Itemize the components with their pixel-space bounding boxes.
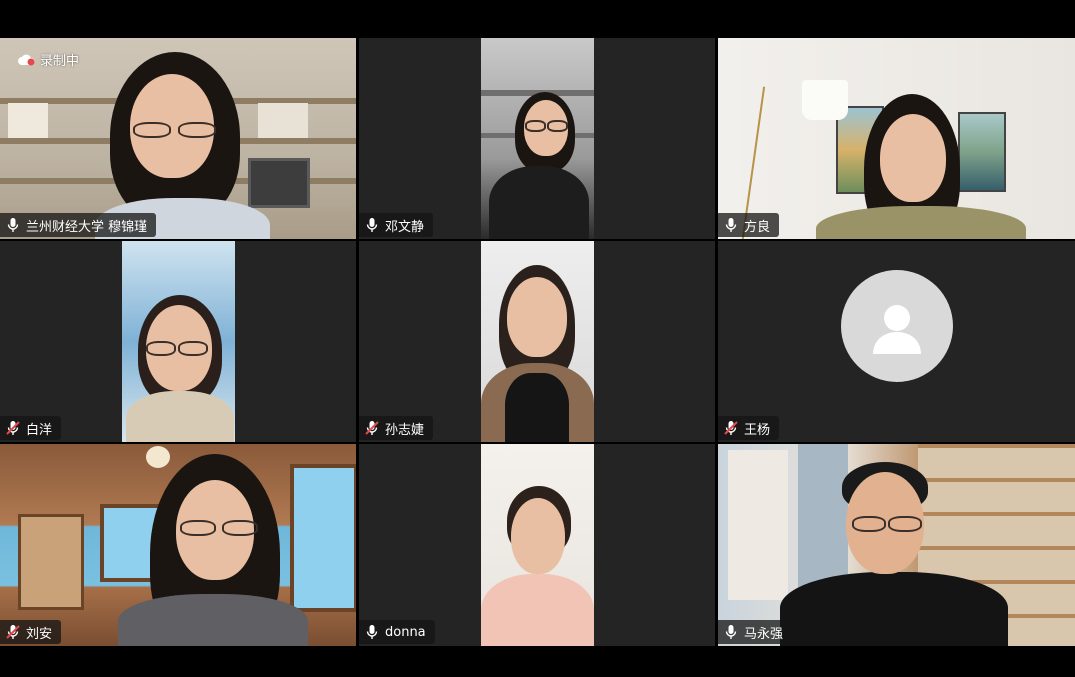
participant-name: 邓文静 — [385, 219, 425, 235]
participant-video — [481, 444, 594, 646]
participant-name: 方良 — [744, 219, 771, 235]
participant-name: 白洋 — [26, 422, 53, 438]
cloud-record-icon — [18, 54, 35, 65]
participant-name: donna — [385, 624, 426, 640]
participant-video — [0, 444, 356, 646]
mic-icon — [366, 218, 378, 232]
participant-tile[interactable]: 刘安 — [0, 444, 356, 646]
participant-name-tag: donna — [359, 620, 435, 644]
participant-name-tag: 白洋 — [0, 416, 62, 440]
participant-video — [718, 444, 1075, 646]
mic-muted-icon — [6, 625, 20, 639]
mic-muted-icon — [6, 421, 20, 435]
participant-video — [481, 241, 594, 442]
participant-name-tag: 马永强 — [718, 620, 793, 644]
participant-video — [718, 38, 1075, 239]
video-grid: 录制中 兰州财经大学 穆锦瑾 邓文静 方良 白洋 孙志婕 王杨 刘安 donna… — [0, 38, 1075, 646]
participant-name: 马永强 — [744, 626, 784, 642]
participant-tile[interactable]: 录制中 兰州财经大学 穆锦瑾 — [0, 38, 356, 239]
participant-name: 孙志婕 — [385, 422, 425, 438]
mic-icon — [366, 625, 378, 639]
participant-video — [122, 241, 235, 442]
mic-muted-icon — [365, 421, 379, 435]
mic-icon — [725, 218, 737, 232]
recording-indicator: 录制中 — [18, 50, 79, 69]
participant-name-tag: 方良 — [718, 213, 780, 237]
mic-muted-icon — [724, 421, 738, 435]
participant-tile[interactable]: 王杨 — [718, 241, 1075, 442]
participant-name: 刘安 — [26, 626, 53, 642]
participant-avatar — [840, 269, 953, 382]
participant-name-tag: 孙志婕 — [359, 416, 434, 440]
participant-tile[interactable]: 马永强 — [718, 444, 1075, 646]
participant-tile[interactable]: donna — [359, 444, 715, 646]
participant-name-tag: 兰州财经大学 穆锦瑾 — [0, 213, 157, 237]
participant-tile[interactable]: 白洋 — [0, 241, 356, 442]
mic-icon — [725, 625, 737, 639]
participant-name: 王杨 — [744, 422, 771, 438]
participant-name-tag: 王杨 — [718, 416, 780, 440]
participant-tile[interactable]: 方良 — [718, 38, 1075, 239]
participant-tile[interactable]: 孙志婕 — [359, 241, 715, 442]
participant-name-tag: 邓文静 — [359, 213, 434, 237]
recording-label: 录制中 — [40, 54, 80, 69]
participant-name: 兰州财经大学 穆锦瑾 — [26, 219, 148, 235]
participant-tile[interactable]: 邓文静 — [359, 38, 715, 239]
person-placeholder-icon — [872, 304, 921, 354]
mic-icon — [7, 218, 19, 232]
participant-video — [481, 38, 594, 239]
participant-name-tag: 刘安 — [0, 620, 62, 644]
